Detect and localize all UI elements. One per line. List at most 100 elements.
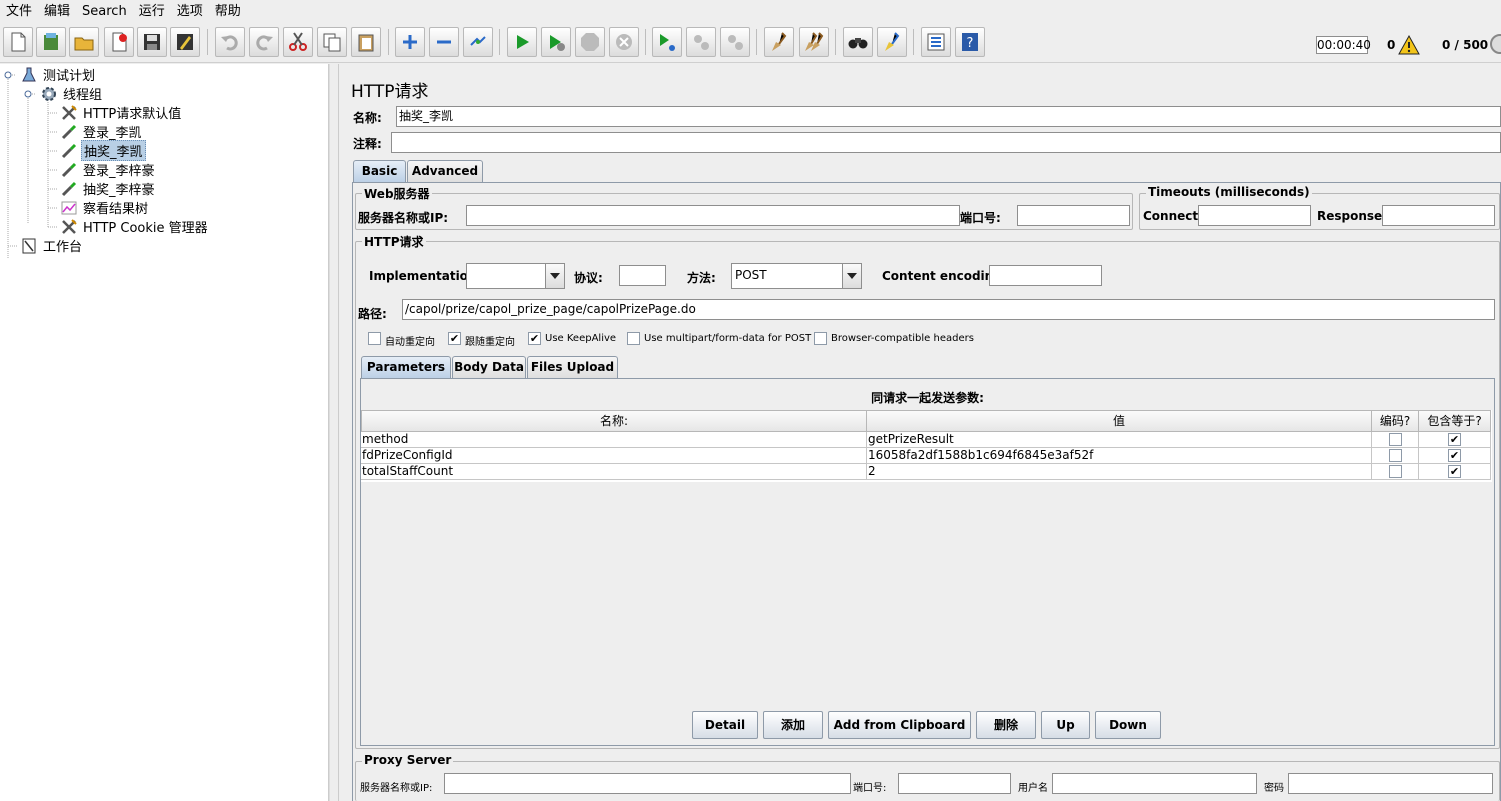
- proxy-user-input[interactable]: [1052, 773, 1257, 794]
- tree-node-test-plan[interactable]: 测试计划: [20, 65, 97, 84]
- browser-headers-checkbox[interactable]: [814, 332, 827, 345]
- follow-redirect-checkbox[interactable]: ✔: [448, 332, 461, 345]
- auto-redirect-checkbox[interactable]: [368, 332, 381, 345]
- remote-shutdown-button[interactable]: [720, 27, 750, 57]
- tree-node-login-likai[interactable]: 登录_李凯: [60, 122, 144, 141]
- implementation-select[interactable]: [466, 263, 565, 289]
- close-file-icon: [112, 32, 127, 52]
- table-cell-value[interactable]: getPrizeResult: [867, 432, 1372, 448]
- server-input[interactable]: [466, 205, 960, 226]
- templates-button[interactable]: [36, 27, 66, 57]
- keepalive-checkbox[interactable]: ✔: [528, 332, 541, 345]
- clear-button[interactable]: [764, 27, 794, 57]
- menu-file[interactable]: 文件: [0, 0, 38, 23]
- table-cell-name[interactable]: fdPrizeConfigId: [361, 448, 867, 464]
- proxy-server-input[interactable]: [444, 773, 851, 794]
- open-button[interactable]: [69, 27, 99, 57]
- include-equals-checkbox[interactable]: ✔: [1448, 465, 1461, 478]
- encode-checkbox[interactable]: [1389, 449, 1402, 462]
- cut-button[interactable]: [283, 27, 313, 57]
- response-timeout-input[interactable]: [1382, 205, 1495, 226]
- detail-button[interactable]: Detail: [692, 711, 758, 739]
- tab-files-upload[interactable]: Files Upload: [527, 356, 618, 378]
- undo-button[interactable]: [215, 27, 245, 57]
- copy-button[interactable]: [317, 27, 347, 57]
- tree-node-results-tree[interactable]: 察看结果树: [60, 198, 150, 217]
- add-from-clipboard-button[interactable]: Add from Clipboard: [828, 711, 971, 739]
- redo-button[interactable]: [249, 27, 279, 57]
- name-input[interactable]: 抽奖_李凯: [396, 106, 1501, 127]
- tree-node-label: 抽奖_李梓豪: [83, 183, 155, 198]
- tree-node-lottery-lizihao[interactable]: 抽奖_李梓豪: [60, 179, 157, 198]
- connect-timeout-input[interactable]: [1198, 205, 1311, 226]
- chevron-down-icon[interactable]: [842, 264, 861, 288]
- split-pane-divider[interactable]: [329, 64, 339, 801]
- menu-run[interactable]: 运行: [133, 0, 171, 23]
- port-input[interactable]: [1017, 205, 1130, 226]
- down-button[interactable]: Down: [1095, 711, 1161, 739]
- column-header-include-equals[interactable]: 包含等于?: [1418, 410, 1491, 432]
- table-cell-value[interactable]: 2: [867, 464, 1372, 480]
- tab-body-data[interactable]: Body Data: [452, 356, 526, 378]
- chevron-down-icon[interactable]: [545, 264, 564, 288]
- tab-basic[interactable]: Basic: [353, 160, 406, 182]
- paste-button[interactable]: [351, 27, 381, 57]
- content-encoding-input[interactable]: [989, 265, 1102, 286]
- remote-start-button[interactable]: [652, 27, 682, 57]
- menu-edit[interactable]: 编辑: [38, 0, 76, 23]
- up-button[interactable]: Up: [1041, 711, 1090, 739]
- tab-parameters[interactable]: Parameters: [361, 356, 451, 378]
- save-as-button[interactable]: [170, 27, 200, 57]
- encode-checkbox[interactable]: [1389, 465, 1402, 478]
- delete-button[interactable]: 删除: [976, 711, 1036, 739]
- table-cell-name[interactable]: totalStaffCount: [361, 464, 867, 480]
- column-header-name[interactable]: 名称:: [361, 410, 867, 432]
- tree-node-http-defaults[interactable]: HTTP请求默认值: [60, 103, 183, 122]
- method-select[interactable]: POST: [731, 263, 862, 289]
- comment-label: 注释:: [353, 137, 382, 151]
- tree-node-thread-group[interactable]: 线程组: [40, 84, 104, 103]
- start-button[interactable]: [507, 27, 537, 57]
- menu-help[interactable]: 帮助: [209, 0, 247, 23]
- toggle-button[interactable]: [463, 27, 493, 57]
- include-equals-checkbox[interactable]: ✔: [1448, 449, 1461, 462]
- encode-checkbox[interactable]: [1389, 433, 1402, 446]
- include-equals-checkbox[interactable]: ✔: [1448, 433, 1461, 446]
- multipart-checkbox[interactable]: [627, 332, 640, 345]
- search-button[interactable]: [843, 27, 873, 57]
- comment-input[interactable]: [391, 132, 1501, 153]
- save-button[interactable]: [137, 27, 167, 57]
- column-header-encode[interactable]: 编码?: [1371, 410, 1419, 432]
- table-cell-value[interactable]: 16058fa2df1588b1c694f6845e3af52f: [867, 448, 1372, 464]
- toggle-icon: [470, 36, 486, 46]
- stop-button[interactable]: [575, 27, 605, 57]
- reset-search-button[interactable]: [877, 27, 907, 57]
- tree-node-lottery-likai[interactable]: 抽奖_李凯: [60, 140, 146, 161]
- tree-node-login-lizihao[interactable]: 登录_李梓豪: [60, 160, 157, 179]
- add-button[interactable]: 添加: [763, 711, 823, 739]
- path-input[interactable]: /capol/prize/capol_prize_page/capolPrize…: [402, 299, 1495, 320]
- protocol-input[interactable]: [619, 265, 666, 286]
- collapse-button[interactable]: [429, 27, 459, 57]
- scissors-icon: [289, 32, 307, 51]
- warning-icon[interactable]: [1398, 34, 1420, 56]
- start-no-pauses-button[interactable]: [541, 27, 571, 57]
- close-button[interactable]: [104, 27, 134, 57]
- function-helper-button[interactable]: [921, 27, 951, 57]
- menu-options[interactable]: 选项: [171, 0, 209, 23]
- help-icon: ?: [962, 33, 978, 51]
- menu-search[interactable]: Search: [76, 0, 133, 23]
- help-button[interactable]: ?: [955, 27, 985, 57]
- shutdown-button[interactable]: [609, 27, 639, 57]
- tree-node-workbench[interactable]: 工作台: [20, 236, 84, 255]
- new-button[interactable]: [3, 27, 33, 57]
- remote-stop-button[interactable]: [686, 27, 716, 57]
- proxy-password-input[interactable]: [1288, 773, 1493, 794]
- tab-advanced[interactable]: Advanced: [407, 160, 483, 182]
- clear-all-button[interactable]: [799, 27, 829, 57]
- tree-node-cookie-manager[interactable]: HTTP Cookie 管理器: [60, 217, 210, 236]
- table-cell-name[interactable]: method: [361, 432, 867, 448]
- column-header-value[interactable]: 值: [866, 410, 1372, 432]
- proxy-port-input[interactable]: [898, 773, 1011, 794]
- expand-button[interactable]: [395, 27, 425, 57]
